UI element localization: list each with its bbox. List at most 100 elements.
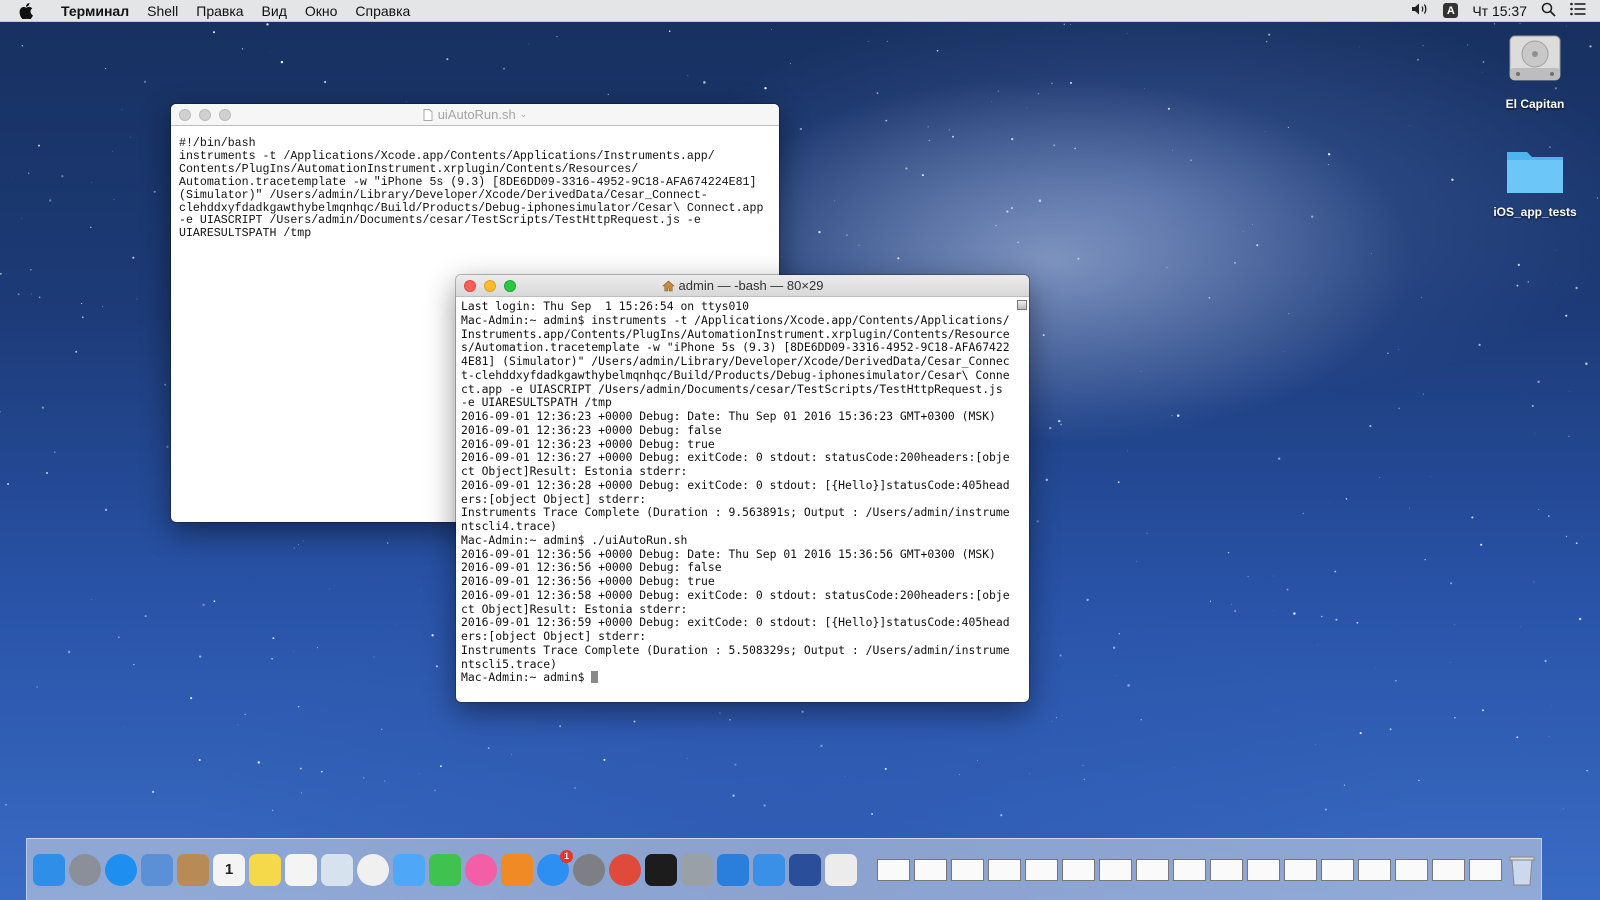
terminal-line: 2016-09-01 12:36:56 +0000 Debug: Date: T… — [461, 546, 996, 561]
notification-badge: 1 — [560, 849, 573, 863]
terminal-icon[interactable] — [645, 853, 677, 886]
terminal-line: 2016-09-01 12:36:28 +0000 Debug: exitCod… — [461, 477, 1010, 492]
zoom-button[interactable] — [219, 109, 231, 121]
editor-line: Contents/PlugIns/AutomationInstrument.xr… — [179, 162, 639, 176]
messages-icon[interactable] — [393, 853, 425, 886]
terminal-line: 2016-09-01 12:36:23 +0000 Debug: false — [461, 422, 722, 437]
chrome-icon[interactable] — [609, 853, 641, 886]
app-store-icon[interactable]: 1 — [537, 849, 573, 886]
menu-window[interactable]: Окно — [296, 3, 347, 19]
dock-document-thumbnail[interactable] — [1173, 858, 1206, 881]
dock: 11 — [26, 838, 1542, 900]
close-button[interactable] — [464, 280, 476, 292]
text-cursor — [591, 671, 599, 684]
menu-bar: Терминал Shell Правка Вид Окно Справка A… — [0, 0, 1600, 22]
terminal-line: 2016-09-01 12:36:27 +0000 Debug: exitCod… — [461, 450, 1010, 465]
minimize-button[interactable] — [199, 109, 211, 121]
editor-title: uiAutoRun.sh — [437, 107, 516, 122]
input-source-indicator[interactable]: A — [1443, 3, 1459, 18]
trash-icon[interactable] — [1506, 854, 1538, 886]
facetime-icon[interactable] — [429, 853, 461, 886]
reminders-icon[interactable] — [285, 853, 317, 886]
dock-document-thumbnail[interactable] — [1210, 858, 1243, 881]
finder-icon[interactable] — [33, 853, 65, 886]
terminal-line: ers:[object Object] stderr: — [461, 491, 647, 506]
dock-document-thumbnail[interactable] — [1284, 858, 1317, 881]
dock-document-thumbnail[interactable] — [1247, 858, 1280, 881]
system-preferences-icon[interactable] — [573, 853, 605, 886]
dock-document-thumbnail[interactable] — [951, 858, 984, 881]
dock-document-thumbnail[interactable] — [1099, 858, 1132, 881]
zoom-button[interactable] — [504, 280, 516, 292]
dock-document-thumbnail[interactable] — [1062, 858, 1095, 881]
instruments-icon[interactable] — [789, 853, 821, 886]
volume-icon[interactable] — [1411, 2, 1429, 19]
menu-app-name[interactable]: Терминал — [52, 3, 138, 19]
dock-document-thumbnail[interactable] — [1432, 858, 1465, 881]
dock-document-thumbnail[interactable] — [1136, 858, 1169, 881]
editor-titlebar[interactable]: uiAutoRun.sh ⌄ — [171, 104, 779, 126]
terminal-prompt: Mac-Admin:~ admin$ — [461, 670, 592, 685]
file-merge-icon[interactable] — [753, 853, 785, 886]
terminal-titlebar[interactable]: admin — -bash — 80×29 — [456, 275, 1029, 297]
dock-document-thumbnail[interactable] — [1025, 858, 1058, 881]
terminal-line: ntscli5.trace) — [461, 656, 558, 671]
itunes-icon[interactable] — [465, 853, 497, 886]
terminal-line: 2016-09-01 12:36:23 +0000 Debug: Date: T… — [461, 409, 996, 423]
terminal-line: ct.app -e UIASCRIPT /Users/admin/Documen… — [461, 381, 1003, 396]
terminal-line: 4E81] (Simulator)" /Users/admin/Library/… — [461, 354, 1010, 368]
close-button[interactable] — [179, 109, 191, 121]
dock-document-thumbnail[interactable] — [988, 858, 1021, 881]
dock-document-thumbnail[interactable] — [1358, 858, 1391, 881]
editor-line: UIARESULTSPATH /tmp — [179, 227, 312, 241]
desktop-icon-label: El Capitan — [1505, 97, 1565, 111]
terminal-output[interactable]: Last login: Thu Sep 1 15:26:54 on ttys01… — [456, 297, 1029, 702]
ibooks-icon[interactable] — [501, 853, 533, 886]
terminal-line: ct Object]Result: Estonia stderr: — [461, 601, 688, 616]
terminal-line: s/Automation.tracetemplate -w "iPhone 5s… — [461, 340, 1010, 355]
dock-document-thumbnail[interactable] — [914, 858, 947, 881]
photos-icon[interactable] — [357, 853, 389, 886]
launchpad-icon[interactable] — [69, 853, 101, 886]
dock-document-thumbnail[interactable] — [1469, 858, 1502, 881]
calendar-icon[interactable]: 1 — [213, 853, 245, 886]
dock-icon-label: 1 — [224, 861, 234, 878]
terminal-prompt-line[interactable]: Mac-Admin:~ admin$ — [461, 670, 1025, 685]
editor-line: Automation.tracetemplate -w "iPhone 5s (… — [179, 175, 757, 189]
minimize-button[interactable] — [484, 280, 496, 292]
apple-menu-icon[interactable] — [0, 2, 52, 19]
terminal-line: ct Object]Result: Estonia stderr: — [461, 464, 688, 478]
dock-document-thumbnail[interactable] — [1395, 858, 1428, 881]
mail-icon[interactable] — [141, 853, 173, 886]
folder-icon — [1485, 146, 1585, 199]
terminal-line: 2016-09-01 12:36:58 +0000 Debug: exitCod… — [461, 587, 1010, 602]
notification-center-icon[interactable] — [1570, 2, 1586, 19]
notes-icon[interactable] — [249, 853, 281, 886]
terminal-line: -e UIARESULTSPATH /tmp — [461, 395, 612, 410]
desktop-icon-ios-app-tests[interactable]: iOS_app_tests — [1485, 146, 1585, 219]
terminal-line: 2016-09-01 12:36:56 +0000 Debug: true — [461, 574, 715, 588]
terminal-window[interactable]: admin — -bash — 80×29 Last login: Thu Se… — [456, 275, 1029, 702]
utility-icon[interactable] — [681, 853, 713, 886]
dock-document-thumbnail[interactable] — [877, 858, 910, 881]
contacts-icon[interactable] — [177, 853, 209, 886]
menu-shell[interactable]: Shell — [138, 3, 187, 19]
preview-icon[interactable] — [321, 853, 353, 886]
terminal-line: t-clehddxyfdadkgawthybelmqnhqc/Build/Pro… — [461, 367, 1010, 382]
menu-edit[interactable]: Правка — [187, 3, 252, 19]
script-editor-icon[interactable] — [825, 853, 857, 886]
spotlight-search-icon[interactable] — [1541, 2, 1556, 20]
xcode-icon[interactable] — [717, 853, 749, 886]
editor-line: (Simulator)" /Users/admin/Library/Develo… — [179, 188, 708, 202]
terminal-line: ntscli4.trace) — [461, 519, 558, 533]
menu-help[interactable]: Справка — [346, 3, 419, 19]
safari-icon[interactable] — [105, 853, 137, 886]
terminal-line: Instruments Trace Complete (Duration : 5… — [461, 642, 1010, 657]
chevron-down-icon[interactable]: ⌄ — [520, 109, 528, 120]
desktop-icon-el-capitan[interactable]: El Capitan — [1485, 30, 1585, 111]
terminal-line: Last login: Thu Sep 1 15:26:54 on ttys01… — [461, 299, 750, 313]
dock-document-thumbnail[interactable] — [1321, 858, 1354, 881]
menu-view[interactable]: Вид — [253, 3, 296, 19]
terminal-title: admin — -bash — 80×29 — [678, 278, 824, 293]
menu-clock[interactable]: Чт 15:37 — [1472, 3, 1527, 19]
